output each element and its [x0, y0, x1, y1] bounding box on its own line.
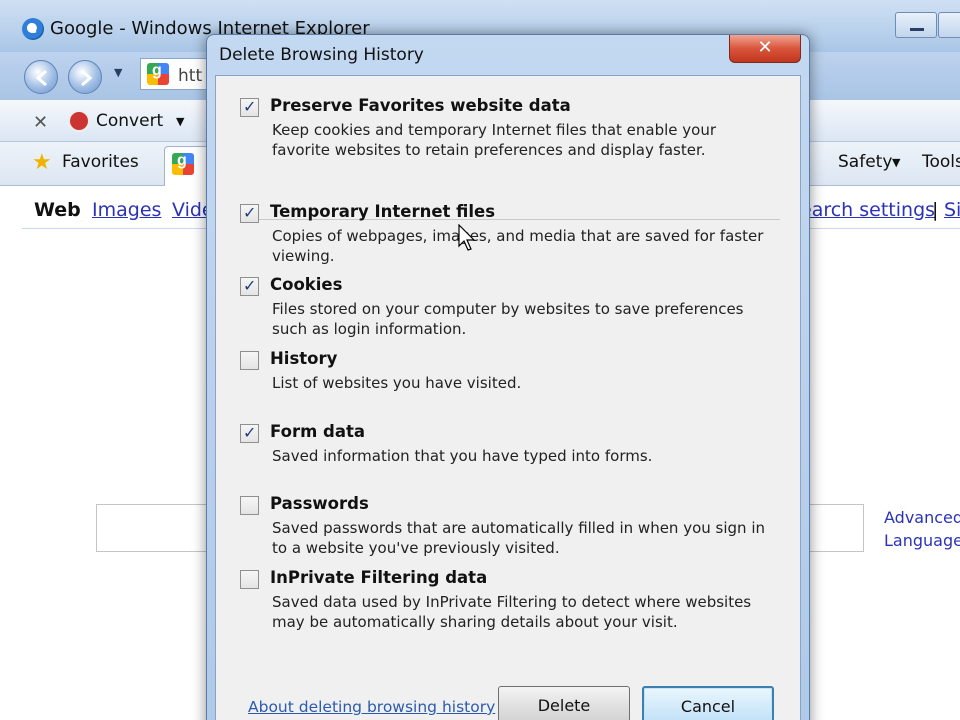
mouse-cursor-icon	[458, 224, 476, 251]
option-description: Files stored on your computer by website…	[272, 300, 744, 338]
back-button[interactable]	[24, 60, 58, 94]
dialog-close-button[interactable]: ✕	[729, 35, 801, 63]
dialog-title: Delete Browsing History	[219, 45, 424, 65]
checkbox-history[interactable]	[240, 351, 259, 370]
option-label: Temporary Internet files	[270, 202, 496, 221]
tab-google-favicon-icon	[172, 152, 194, 175]
google-favicon-icon	[147, 62, 169, 85]
recent-pages-chevron-icon[interactable]: ▼	[114, 66, 122, 79]
delete-browsing-history-dialog: Delete Browsing History ✕ Preserve Favor…	[206, 34, 810, 720]
dialog-body: Preserve Favorites website data Keep coo…	[215, 75, 801, 720]
maximize-button[interactable]	[938, 12, 960, 38]
delete-button[interactable]: Delete	[498, 686, 630, 720]
checkbox-form-data[interactable]	[240, 423, 259, 443]
checkbox-inprivate-filtering-data[interactable]	[240, 570, 259, 589]
tools-menu-button[interactable]: Tools	[922, 152, 960, 172]
forward-arrow-icon	[81, 69, 93, 87]
option-label: Passwords	[270, 494, 369, 513]
checkbox-cookies[interactable]	[240, 276, 259, 296]
ie-logo-icon: e	[22, 18, 44, 40]
option-description: Saved information that you have typed in…	[272, 447, 653, 465]
option-label: History	[270, 349, 338, 368]
address-text: htt	[178, 66, 203, 86]
safety-menu-button[interactable]: Safety	[838, 152, 892, 172]
google-nav-images-link[interactable]: Images	[92, 199, 161, 221]
option-label: Form data	[270, 422, 365, 441]
search-settings-link[interactable]: earch settings	[800, 199, 935, 221]
favorites-button[interactable]: Favorites	[62, 152, 139, 172]
minimize-button[interactable]	[895, 12, 937, 38]
option-label: Cookies	[270, 275, 343, 294]
forward-button[interactable]	[68, 60, 102, 94]
sign-in-link[interactable]: Si	[944, 199, 960, 221]
google-nav-web: Web	[34, 199, 81, 221]
option-description: Copies of webpages, images, and media th…	[272, 227, 764, 265]
convert-pdf-icon	[68, 110, 90, 132]
minimize-icon	[910, 28, 924, 31]
convert-button[interactable]: Convert	[96, 111, 163, 131]
close-toolbar-icon[interactable]: ✕	[33, 112, 48, 133]
favorites-star-icon: ★	[32, 150, 52, 175]
language-tools-link[interactable]: Language	[884, 531, 960, 550]
checkbox-preserve-favorites[interactable]	[240, 97, 259, 117]
option-label: Preserve Favorites website data	[270, 96, 571, 115]
convert-chevron-down-icon[interactable]: ▼	[176, 115, 184, 128]
option-description: Saved passwords that are automatically f…	[272, 519, 765, 557]
nav-separator: |	[932, 199, 939, 221]
option-label: InPrivate Filtering data	[270, 568, 488, 587]
about-deleting-history-link[interactable]: About deleting browsing history	[248, 698, 495, 716]
back-arrow-icon	[35, 69, 47, 87]
safety-chevron-down-icon: ▼	[892, 156, 901, 169]
option-description: Keep cookies and temporary Internet file…	[272, 121, 717, 159]
checkbox-passwords[interactable]	[240, 496, 259, 515]
option-description: Saved data used by InPrivate Filtering t…	[272, 593, 752, 631]
advanced-search-link[interactable]: Advanced	[884, 508, 960, 527]
cancel-button[interactable]: Cancel	[642, 686, 774, 720]
close-icon: ✕	[757, 37, 773, 58]
option-description: List of websites you have visited.	[272, 374, 522, 392]
checkbox-temporary-internet-files[interactable]	[240, 203, 259, 223]
